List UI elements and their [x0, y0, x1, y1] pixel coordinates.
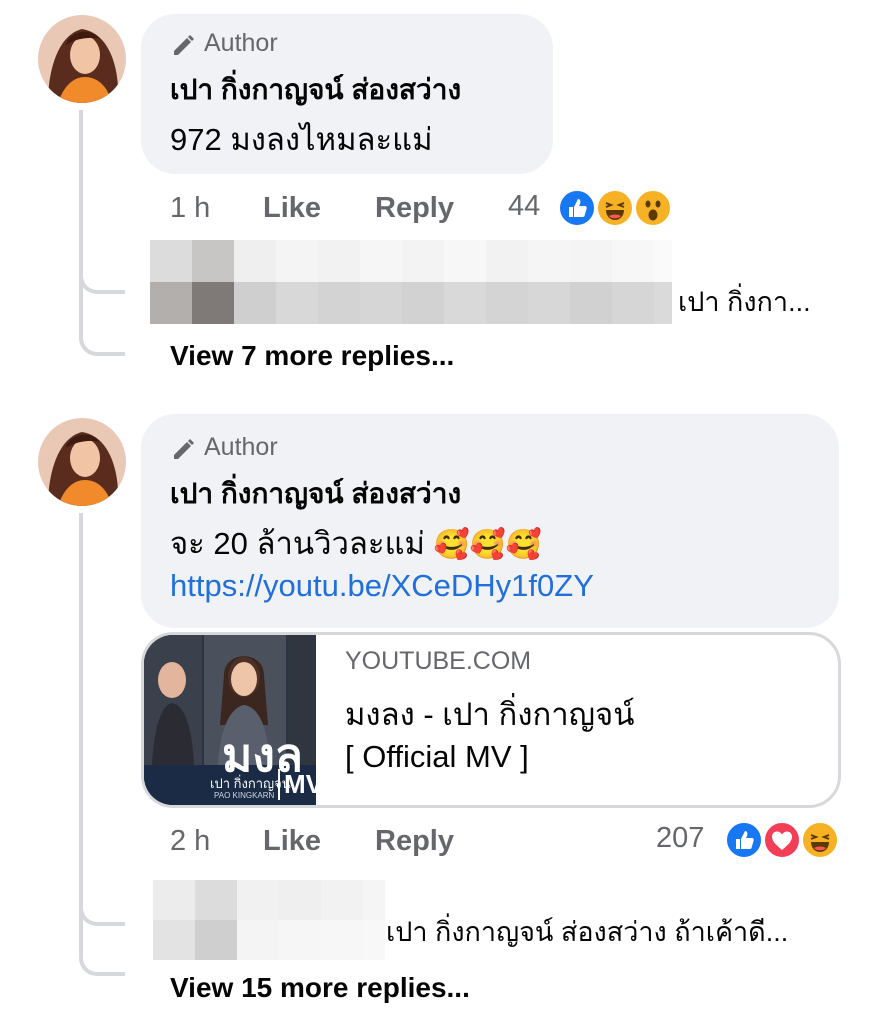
commenter-name[interactable]: เปา กิ่งกาญจน์ ส่องสว่าง	[170, 472, 461, 516]
thumbnail-mv-label: MV	[278, 769, 316, 800]
reply-preview-text[interactable]: เปา กิ่งกาญจน์ ส่องสว่าง ถ้าเค้าดี...	[386, 910, 788, 953]
reply-connector	[79, 880, 125, 926]
like-button[interactable]: Like	[263, 192, 321, 225]
more-replies-connector	[79, 300, 125, 356]
link-preview-card[interactable]: มงล เปา กิ่งกาญจน์ PAO KINGKARN MV YOUTU…	[141, 632, 841, 808]
author-badge-label: Author	[204, 433, 278, 461]
avatar[interactable]	[38, 15, 126, 103]
more-replies-connector	[79, 930, 125, 976]
blurred-reply-author	[150, 240, 672, 324]
blurred-reply-author	[153, 880, 385, 960]
haha-icon	[800, 820, 840, 860]
like-icon	[724, 820, 764, 860]
reply-connector	[79, 240, 125, 294]
smiling-hearts-emoji: 🥰🥰🥰	[433, 529, 542, 561]
reaction-count[interactable]: 44	[508, 190, 540, 223]
reply-preview-text[interactable]: เปา กิ่งกา...	[678, 280, 811, 323]
like-icon	[557, 188, 597, 228]
thumbnail-subcaption: PAO KINGKARN	[214, 791, 275, 800]
link-domain: YOUTUBE.COM	[345, 647, 532, 675]
avatar[interactable]	[38, 418, 126, 506]
author-badge: Author	[170, 29, 278, 58]
like-button[interactable]: Like	[263, 825, 321, 858]
comment-text: 972 มงลงไหมละแม่	[170, 122, 433, 157]
pencil-icon	[174, 34, 194, 55]
link-title-line-2: [ Official MV ]	[345, 739, 529, 774]
comment-time[interactable]: 2 h	[170, 825, 210, 858]
author-badge: Author	[170, 433, 278, 462]
video-thumbnail[interactable]: มงล เปา กิ่งกาญจน์ PAO KINGKARN MV	[144, 635, 316, 805]
comment-time[interactable]: 1 h	[170, 192, 210, 225]
author-badge-label: Author	[204, 29, 278, 57]
reply-button[interactable]: Reply	[375, 192, 454, 225]
link-title-line-1: มงลง - เปา กิ่งกาญจน์	[345, 697, 635, 732]
thread-line	[79, 513, 83, 943]
love-icon	[762, 820, 802, 860]
youtube-link[interactable]: https://youtu.be/XCeDHy1f0ZY	[170, 568, 594, 604]
comment-text: จะ 20 ล้านวิวละแม่ 🥰🥰🥰	[170, 518, 542, 568]
comment-text-body: จะ 20 ล้านวิวละแม่	[170, 526, 425, 561]
view-more-replies-link[interactable]: View 7 more replies...	[170, 340, 454, 372]
reaction-count[interactable]: 207	[656, 822, 704, 855]
haha-icon	[595, 188, 635, 228]
reply-button[interactable]: Reply	[375, 825, 454, 858]
wow-icon	[633, 188, 673, 228]
view-more-replies-link[interactable]: View 15 more replies...	[170, 972, 470, 1004]
pencil-icon	[174, 438, 194, 459]
commenter-name[interactable]: เปา กิ่งกาญจน์ ส่องสว่าง	[170, 68, 461, 112]
